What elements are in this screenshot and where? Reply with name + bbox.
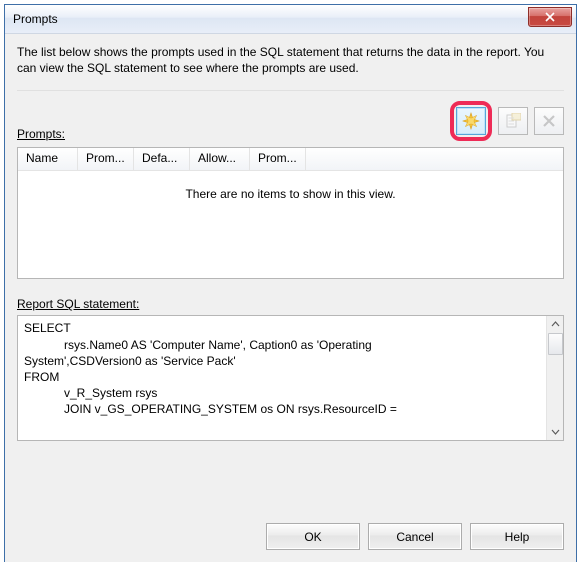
ok-button[interactable]: OK [266, 523, 360, 550]
new-prompt-button[interactable] [456, 107, 486, 135]
window-title: Prompts [5, 12, 58, 26]
prompts-label: Prompts: [17, 127, 65, 141]
close-icon [545, 12, 555, 22]
sql-content[interactable]: SELECT rsys.Name0 AS 'Computer Name', Ca… [18, 316, 546, 440]
delete-x-icon [541, 113, 557, 129]
separator [17, 90, 564, 91]
close-button[interactable] [528, 7, 572, 27]
highlight-ring [450, 101, 492, 141]
scroll-thumb[interactable] [548, 333, 563, 355]
prompts-listview[interactable]: Name Prom... Defa... Allow... Prom... Th… [17, 147, 564, 279]
cancel-button[interactable]: Cancel [368, 523, 462, 550]
column-header[interactable]: Name [18, 148, 78, 170]
dialog-button-row: OK Cancel Help [17, 509, 564, 550]
vertical-scrollbar[interactable] [546, 316, 563, 440]
sql-textarea[interactable]: SELECT rsys.Name0 AS 'Computer Name', Ca… [17, 315, 564, 441]
scroll-track[interactable] [548, 331, 563, 425]
delete-prompt-button[interactable] [534, 107, 564, 135]
column-header[interactable]: Allow... [190, 148, 250, 170]
column-header[interactable]: Prom... [78, 148, 134, 170]
empty-message: There are no items to show in this view. [18, 171, 563, 278]
column-headers[interactable]: Name Prom... Defa... Allow... Prom... [18, 148, 563, 171]
properties-icon [505, 113, 521, 129]
prompts-dialog: Prompts The list below shows the prompts… [4, 4, 577, 562]
prompts-toolbar [450, 101, 564, 141]
column-header-filler [306, 148, 563, 170]
starburst-icon [462, 112, 480, 130]
chevron-down-icon [551, 427, 560, 436]
intro-text: The list below shows the prompts used in… [17, 44, 564, 76]
scroll-up-button[interactable] [549, 318, 562, 331]
help-button[interactable]: Help [470, 523, 564, 550]
column-header[interactable]: Prom... [250, 148, 306, 170]
sql-label: Report SQL statement: [17, 297, 564, 311]
edit-prompt-button[interactable] [498, 107, 528, 135]
scroll-down-button[interactable] [549, 425, 562, 438]
column-header[interactable]: Defa... [134, 148, 190, 170]
titlebar: Prompts [5, 5, 576, 34]
chevron-up-icon [551, 320, 560, 329]
